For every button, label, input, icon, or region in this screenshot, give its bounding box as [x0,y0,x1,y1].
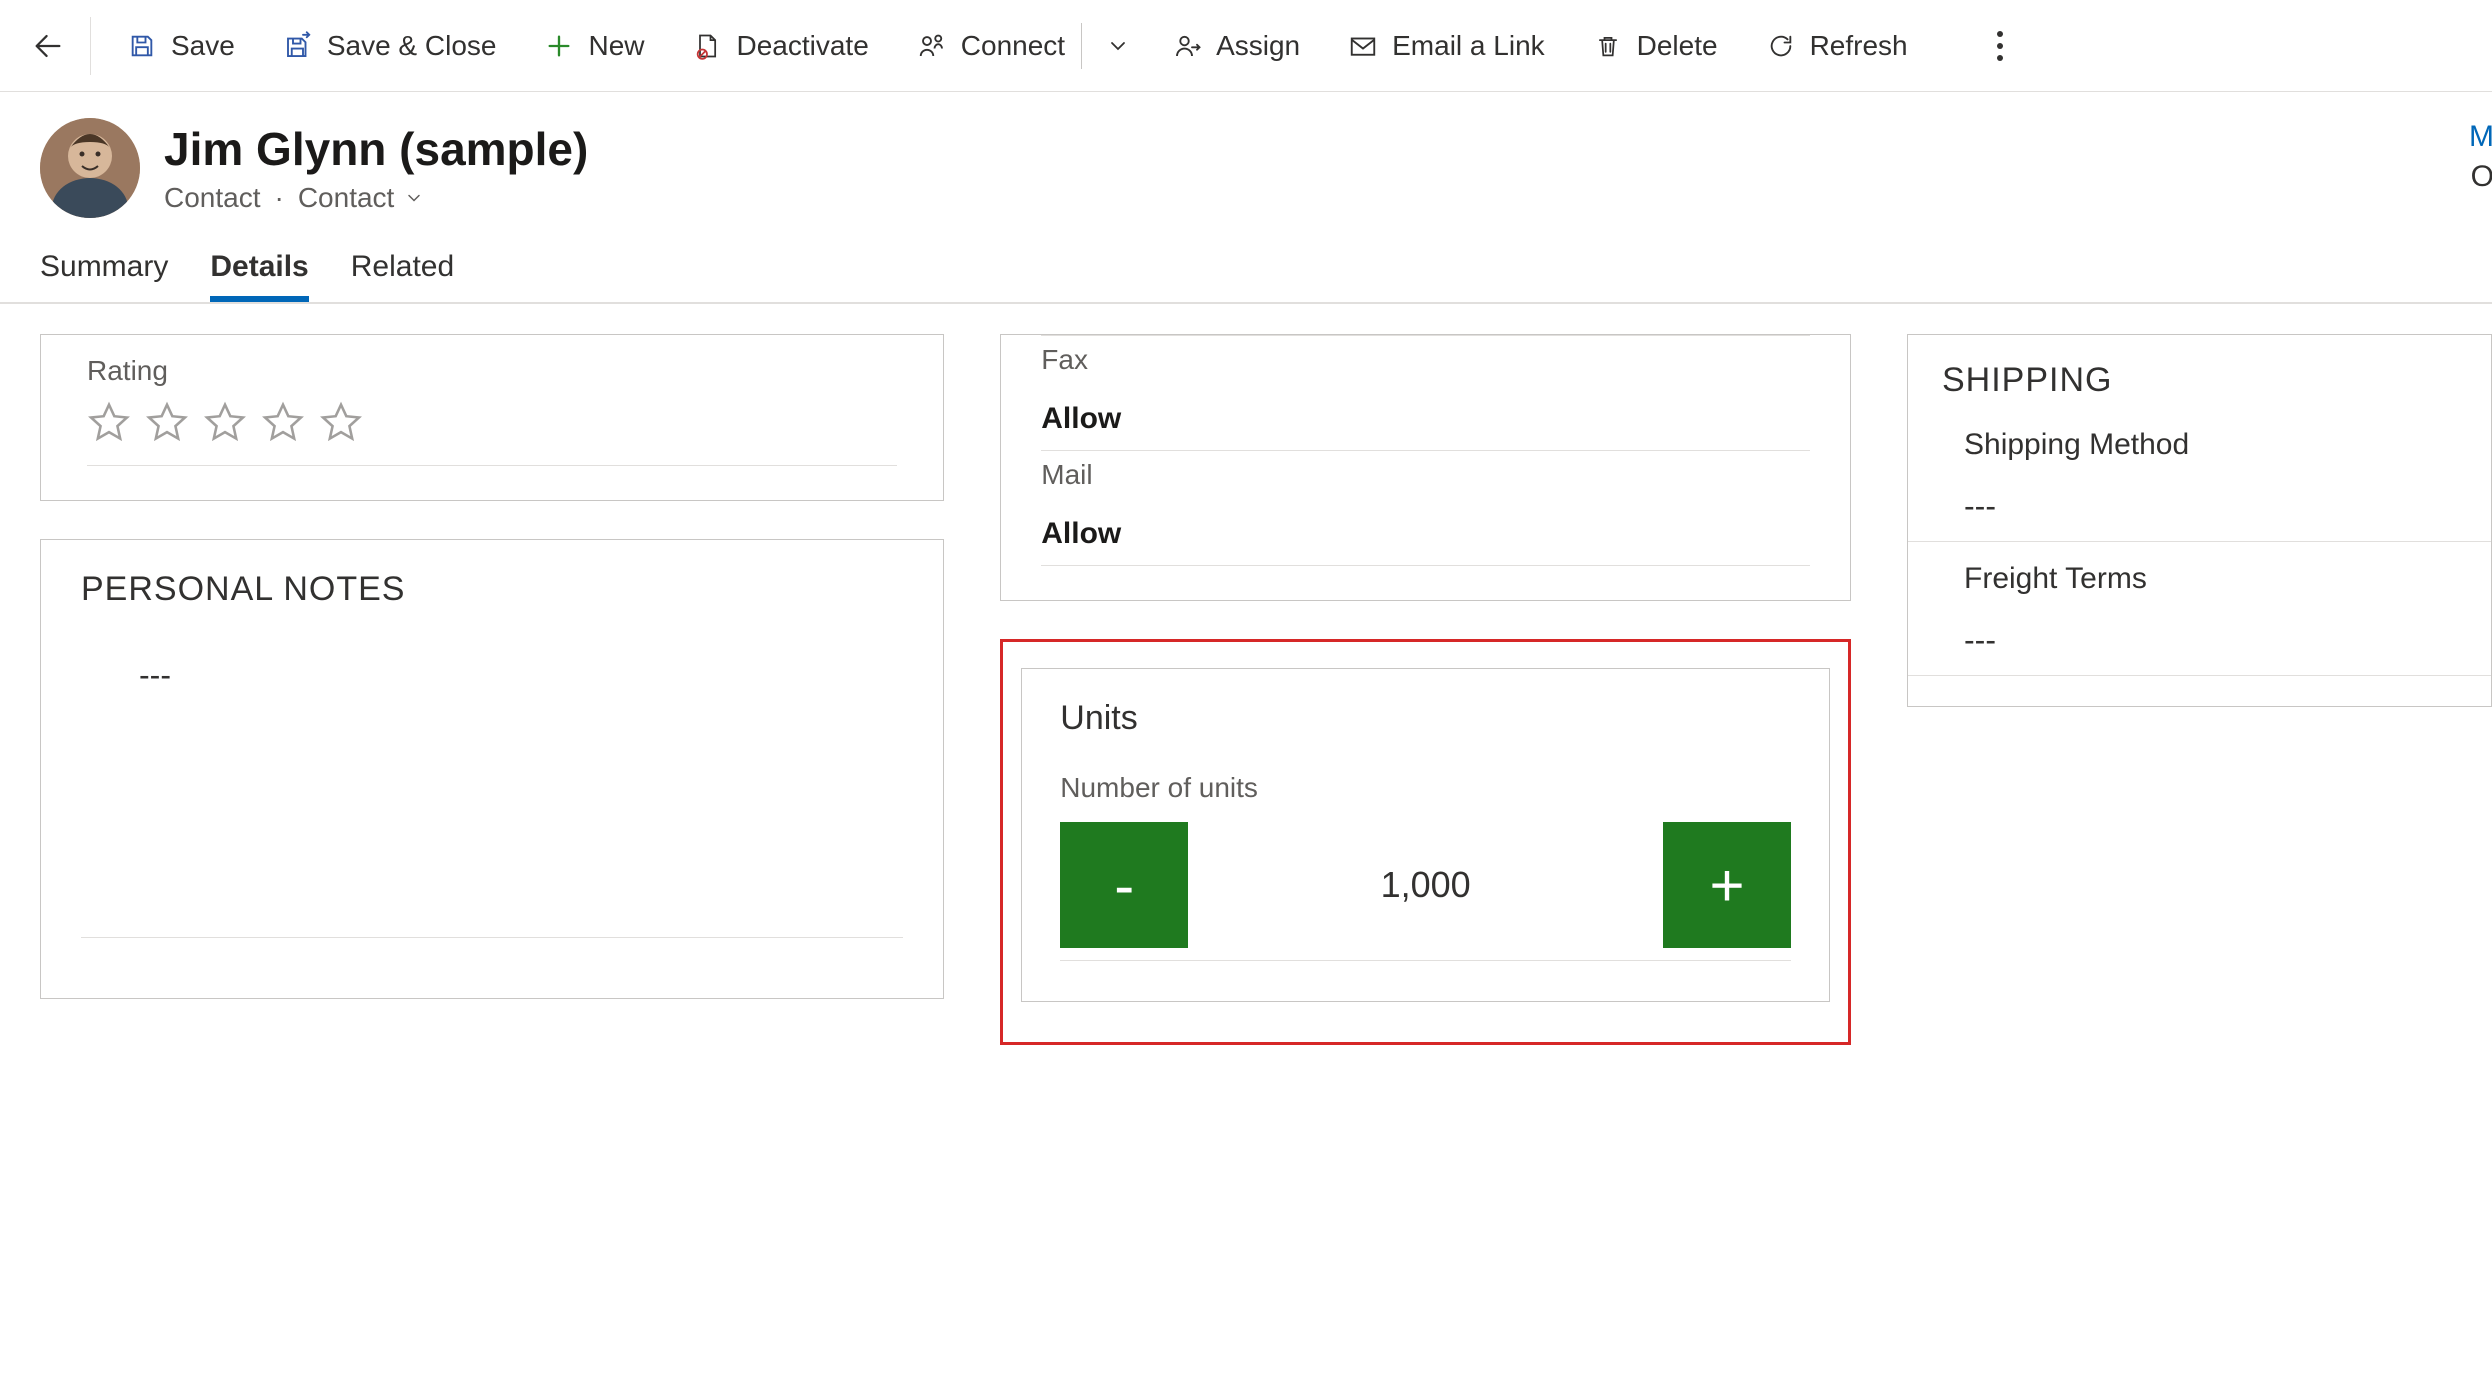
email-link-button[interactable]: Email a Link [1324,0,1569,91]
form-name: Contact [298,182,395,214]
units-value[interactable]: 1,000 [1188,864,1663,906]
freight-terms-row[interactable]: Freight Terms --- [1908,542,2491,676]
tab-summary[interactable]: Summary [40,250,168,302]
more-commands-button[interactable] [1980,29,2020,63]
email-icon [1348,31,1378,61]
units-title: Units [1060,699,1791,738]
title-block: Jim Glynn (sample) Contact · Contact [164,122,588,214]
shipping-method-label: Shipping Method [1908,428,2491,462]
freight-terms-label: Freight Terms [1908,562,2491,596]
personal-notes-value[interactable]: --- [81,609,903,694]
command-bar: Save Save & Close New Deactivate Connect… [0,0,2492,92]
save-close-icon [283,31,313,61]
divider [1081,23,1082,69]
back-arrow-icon [31,29,65,63]
form-selector[interactable]: Contact [298,182,425,214]
units-label: Number of units [1060,738,1791,818]
entity-name: Contact [164,182,261,214]
refresh-label: Refresh [1810,30,1908,62]
units-highlight-box: Units Number of units - 1,000 + [1000,639,1851,1045]
increment-button[interactable]: + [1663,822,1791,948]
contact-prefs-card: Fax Allow Mail Allow [1000,334,1851,601]
rating-stars[interactable] [87,401,897,445]
header-right-top: M [2469,120,2492,154]
shipping-card: SHIPPING Shipping Method --- Freight Ter… [1907,334,2492,707]
tab-details[interactable]: Details [210,250,308,302]
shipping-method-row[interactable]: Shipping Method --- [1908,408,2491,542]
refresh-button[interactable]: Refresh [1742,0,1932,91]
divider [90,17,91,75]
units-card: Units Number of units - 1,000 + [1021,668,1830,1002]
fax-label: Fax [1041,344,1810,376]
new-label: New [588,30,644,62]
delete-button[interactable]: Delete [1569,0,1742,91]
fax-value: Allow [1041,376,1810,436]
shipping-method-value: --- [1908,462,2491,525]
new-button[interactable]: New [520,0,668,91]
star-icon [87,401,131,445]
refresh-icon [1766,31,1796,61]
kebab-icon [1996,29,2004,63]
deactivate-button[interactable]: Deactivate [668,0,892,91]
rating-card: Rating [40,334,944,501]
rating-label: Rating [87,355,897,387]
mail-label: Mail [1041,459,1810,491]
connect-dropdown[interactable] [1088,34,1148,58]
assign-icon [1172,31,1202,61]
star-icon [319,401,363,445]
tab-list: Summary Details Related [0,218,2492,304]
units-stepper: - 1,000 + [1060,818,1791,948]
fax-row[interactable]: Fax Allow [1041,336,1810,451]
header-right-bottom: O [2471,160,2492,194]
deactivate-icon [692,31,722,61]
chevron-down-icon [404,188,424,208]
shipping-title: SHIPPING [1908,361,2491,408]
avatar [40,118,140,218]
connect-button[interactable]: Connect [893,0,1075,91]
record-subtitle: Contact · Contact [164,182,588,214]
chevron-down-icon [1106,34,1130,58]
assign-label: Assign [1216,30,1300,62]
personal-notes-card: PERSONAL NOTES --- [40,539,944,999]
mail-value: Allow [1041,491,1810,551]
column-middle: Fax Allow Mail Allow Units Number of uni… [1000,334,1851,1045]
connect-icon [917,31,947,61]
form-body: Rating PERSONAL NOTES --- Fax A [0,304,2492,1075]
save-close-button[interactable]: Save & Close [259,0,521,91]
record-title: Jim Glynn (sample) [164,122,588,176]
column-left: Rating PERSONAL NOTES --- [40,334,944,1045]
save-icon [127,31,157,61]
plus-icon [544,31,574,61]
save-close-label: Save & Close [327,30,497,62]
save-label: Save [171,30,235,62]
star-icon [203,401,247,445]
star-icon [145,401,189,445]
separator-dot: · [275,182,284,214]
decrement-button[interactable]: - [1060,822,1188,948]
personal-notes-title: PERSONAL NOTES [81,570,903,609]
column-right: SHIPPING Shipping Method --- Freight Ter… [1907,334,2492,1045]
delete-icon [1593,31,1623,61]
deactivate-label: Deactivate [736,30,868,62]
assign-button[interactable]: Assign [1148,0,1324,91]
delete-label: Delete [1637,30,1718,62]
tab-related[interactable]: Related [351,250,454,302]
field-underline [81,937,903,938]
connect-label: Connect [961,30,1065,62]
mail-row[interactable]: Mail Allow [1041,451,1810,566]
email-link-label: Email a Link [1392,30,1545,62]
save-button[interactable]: Save [103,0,259,91]
back-button[interactable] [18,0,78,91]
freight-terms-value: --- [1908,596,2491,659]
field-underline [1060,960,1791,961]
star-icon [261,401,305,445]
field-underline [87,465,897,466]
record-header: Jim Glynn (sample) Contact · Contact M O [0,92,2492,218]
